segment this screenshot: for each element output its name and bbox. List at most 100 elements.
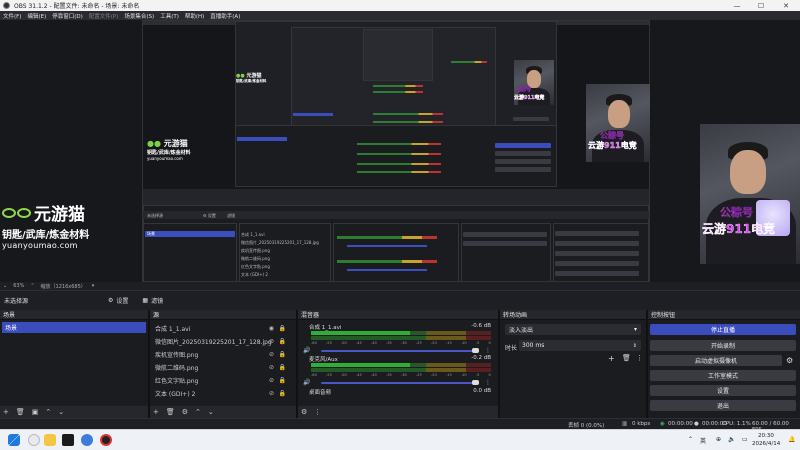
source-item[interactable]: 微信图片_20250319225201_17_128.jpg ⊘ 🔒 — [152, 335, 294, 348]
volume-icon[interactable]: 🔊 — [303, 379, 310, 386]
scene-list-item[interactable]: 场景 — [2, 322, 146, 333]
eye-off-icon[interactable]: ⊘ — [269, 351, 274, 358]
virtual-camera-settings-icon[interactable]: ⚙ — [786, 356, 793, 365]
menu-tools[interactable]: 工具(T) — [160, 12, 179, 20]
browser-icon[interactable] — [81, 434, 93, 446]
channel-menu-icon[interactable]: ⋮ — [485, 379, 491, 386]
remove-transition-icon[interactable]: 🗑 — [622, 354, 631, 362]
settings-button[interactable]: 设置 — [650, 385, 796, 396]
volume-slider[interactable] — [321, 350, 479, 352]
gear-icon: ⚙ — [108, 297, 114, 304]
ime-indicator[interactable]: 英 — [700, 436, 706, 445]
clock-time[interactable]: 20:30 — [758, 433, 774, 439]
size-dropdown-icon[interactable]: ▾ — [92, 283, 95, 289]
stop-streaming-button[interactable]: 停止直播 — [650, 324, 796, 335]
lock-icon[interactable]: 🔒 — [279, 338, 286, 345]
remove-scene-icon[interactable]: 🗑 — [16, 408, 25, 416]
clock-date[interactable]: 2026/4/14 — [752, 441, 780, 447]
source-item[interactable]: 微航二维码.png ⊘ 🔒 — [152, 361, 294, 374]
volume-slider-handle[interactable] — [472, 380, 479, 385]
eye-off-icon[interactable]: ⊘ — [269, 390, 274, 397]
level-meter — [311, 368, 491, 372]
lock-icon[interactable]: 🔒 — [279, 390, 286, 397]
source-item[interactable]: 疾机宣传图.png ⊘ 🔒 — [152, 348, 294, 361]
meter-scale: -60 -55 -50 -45 -40 -35 -30 -25 -20 -15 -10 -5 0 — [311, 341, 491, 345]
eye-off-icon[interactable]: ⊘ — [269, 338, 274, 345]
controls-dock: 控制按钮 停止直播 开始录制 启动虚拟摄像机 ⚙ 工作室模式 设置 退出 — [648, 310, 800, 418]
filters-button[interactable]: ▦ 滤镜 — [142, 296, 163, 305]
volume-icon[interactable]: 🔊 — [303, 347, 310, 354]
lock-icon[interactable]: 🔒 — [279, 377, 286, 384]
lock-icon[interactable]: 🔒 — [279, 351, 286, 358]
properties-button[interactable]: ⚙ 设置 — [108, 296, 128, 305]
exit-button[interactable]: 退出 — [650, 400, 796, 411]
add-transition-icon[interactable]: + — [608, 354, 615, 363]
file-explorer-icon[interactable] — [44, 434, 56, 446]
minimize-button[interactable]: — — [726, 0, 748, 11]
menu-edit[interactable]: 编辑(E) — [27, 12, 46, 20]
menu-file[interactable]: 文件(F) — [3, 12, 21, 20]
scene-filter-icon[interactable]: ▣ — [32, 408, 39, 416]
menu-docks[interactable]: 停靠窗口(D) — [52, 12, 83, 20]
channel-menu-icon[interactable]: ⋮ — [485, 347, 491, 354]
eye-off-icon[interactable]: ⊘ — [269, 364, 274, 371]
preview-canvas[interactable]: 未选择源 ⚙ 设置 滤镜 场景 合成 1_1.avi 微信图片_20250319… — [0, 20, 800, 282]
add-scene-icon[interactable]: + — [3, 408, 9, 416]
move-up-icon[interactable]: ⌃ — [195, 408, 201, 416]
live-time: 00:00:00 — [668, 421, 693, 427]
volume-slider[interactable] — [321, 382, 479, 384]
menu-live-assistant[interactable]: 直播助手(A) — [210, 12, 240, 20]
spin-arrows-icon[interactable]: ⇕ — [633, 343, 637, 349]
overlay-tag-line2: 云游911电竞 — [702, 222, 776, 236]
dropped-frames: 丢帧 0 (0.0%) — [568, 423, 605, 429]
source-item[interactable]: 红色文字贴.png ⊘ 🔒 — [152, 374, 294, 387]
lock-icon[interactable]: 🔒 — [279, 364, 286, 371]
channel-db: -0.6 dB — [471, 323, 491, 329]
network-tray-icon[interactable]: ⊕ — [716, 436, 721, 443]
selected-source-label: 未选择源 — [4, 298, 29, 305]
move-down-icon[interactable]: ⌄ — [208, 408, 214, 416]
close-button[interactable]: ✕ — [775, 0, 797, 11]
source-item[interactable]: 合成 1_1.avi ◉ 🔒 — [152, 322, 294, 335]
tray-chevron-icon[interactable]: ⌃ — [688, 436, 693, 443]
battery-tray-icon[interactable]: ▭ — [742, 436, 748, 443]
search-icon[interactable] — [28, 434, 40, 446]
source-item[interactable]: 文本 (GDI+) 2 ⊘ 🔒 — [152, 387, 294, 400]
transition-select[interactable]: 淡入淡出 ▾ — [505, 324, 641, 335]
notification-icon[interactable]: 🔔 — [788, 436, 795, 443]
channel-db: -0.2 dB — [471, 355, 491, 361]
channel-name: 桌面音频 — [309, 390, 332, 396]
start-virtual-camera-button[interactable]: 启动虚拟摄像机 — [650, 355, 782, 366]
obs-logo-icon — [3, 2, 10, 9]
mixer-menu-icon[interactable]: ⋮ — [314, 408, 321, 416]
zoom-level[interactable]: 63% — [13, 283, 24, 289]
volume-slider-handle[interactable] — [472, 348, 479, 353]
menu-scene-collection[interactable]: 场景集合(S) — [124, 12, 154, 20]
advanced-audio-icon[interactable]: ⚙ — [301, 408, 307, 416]
volume-tray-icon[interactable]: 🔈 — [728, 436, 735, 443]
menu-help[interactable]: 帮助(H) — [185, 12, 204, 20]
eye-icon[interactable]: ◉ — [269, 325, 274, 332]
obs-taskbar-icon[interactable] — [100, 434, 112, 446]
duration-input[interactable]: 300 ms ⇕ — [519, 340, 641, 351]
transition-menu-icon[interactable]: ⋮ — [636, 354, 643, 362]
add-source-icon[interactable]: + — [153, 408, 159, 416]
zoom-dropdown-icon[interactable]: ⌄ — [3, 283, 7, 289]
sources-toolbar: + 🗑 ⚙ ⌃ ⌄ — [150, 406, 296, 418]
move-down-icon[interactable]: ⌄ — [58, 408, 64, 416]
start-recording-button[interactable]: 开始录制 — [650, 340, 796, 351]
app-a-icon[interactable] — [62, 434, 74, 446]
level-meter — [311, 336, 491, 340]
menu-bar: 文件(F) 编辑(E) 停靠窗口(D) 配置文件(P) 场景集合(S) 工具(T… — [0, 11, 800, 20]
lock-icon[interactable]: 🔒 — [279, 325, 286, 332]
mixer-dock: 混音器 合成 1_1.avi -0.6 dB -60 -55 -50 -45 -40 -3… — [298, 310, 500, 418]
move-up-icon[interactable]: ⌃ — [45, 408, 51, 416]
start-menu-icon[interactable] — [8, 434, 20, 446]
channel-name: 麦克风/Aux — [309, 357, 338, 363]
zoom-up-icon[interactable]: ⌃ — [30, 283, 34, 289]
maximize-button[interactable]: ☐ — [750, 0, 772, 11]
studio-mode-button[interactable]: 工作室模式 — [650, 370, 796, 381]
eye-off-icon[interactable]: ⊘ — [269, 377, 274, 384]
remove-source-icon[interactable]: 🗑 — [166, 408, 175, 416]
source-settings-icon[interactable]: ⚙ — [182, 408, 188, 416]
